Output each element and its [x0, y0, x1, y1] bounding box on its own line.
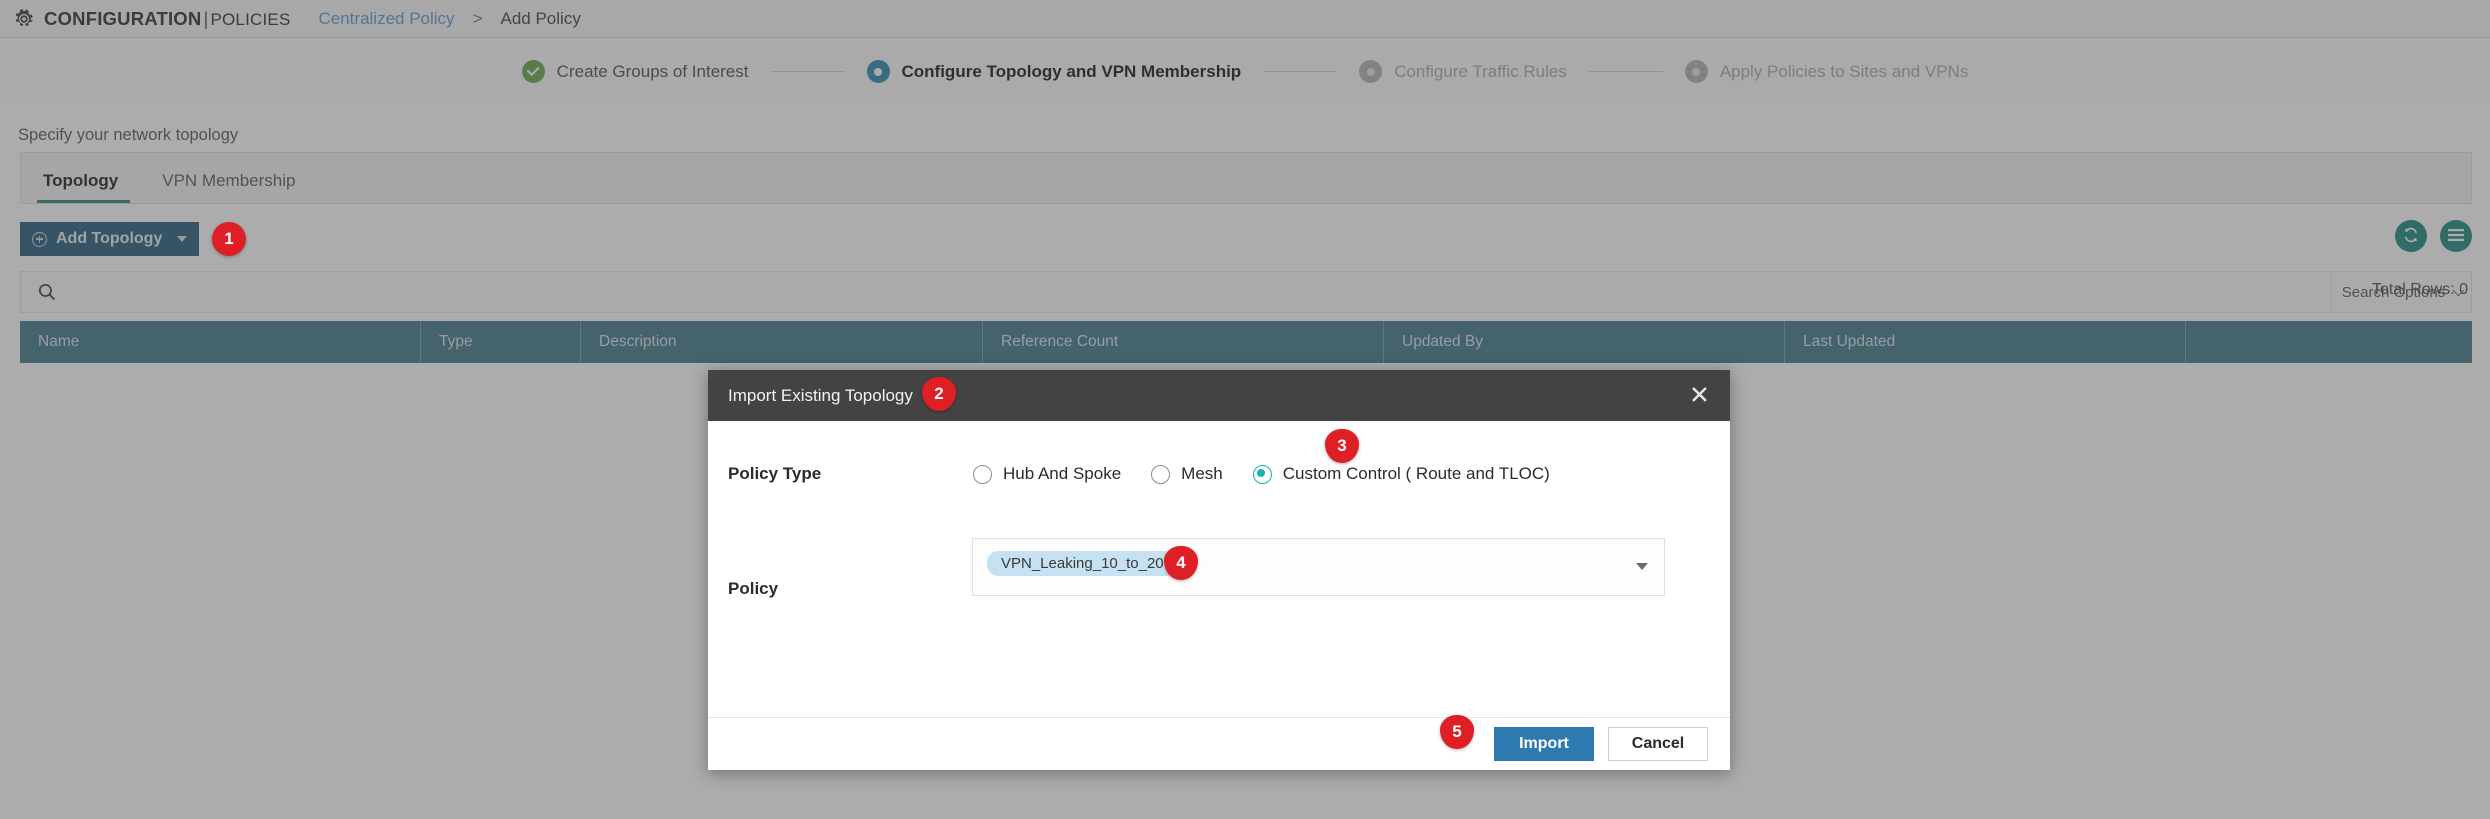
cancel-button[interactable]: Cancel	[1608, 727, 1708, 761]
dialog-header: Import Existing Topology ✕	[708, 370, 1730, 421]
annotation-badge-1: 1	[212, 222, 246, 256]
policy-field: Policy	[728, 579, 778, 599]
policy-multiselect[interactable]: VPN_Leaking_10_to_20	[972, 538, 1665, 596]
radio-label: Hub And Spoke	[1003, 464, 1121, 484]
radio-custom-control[interactable]: Custom Control ( Route and TLOC)	[1253, 464, 1550, 484]
close-icon[interactable]: ✕	[1689, 383, 1710, 408]
policy-type-label: Policy Type	[728, 464, 973, 484]
radio-mesh[interactable]: Mesh	[1151, 464, 1223, 484]
application-window: CONFIGURATION|POLICIES Centralized Polic…	[0, 0, 2490, 819]
radio-hub-and-spoke[interactable]: Hub And Spoke	[973, 464, 1121, 484]
policy-type-radio-group: Hub And Spoke Mesh Custom Control ( Rout…	[973, 464, 1550, 484]
radio-button-selected-icon	[1253, 465, 1272, 484]
policy-chip[interactable]: VPN_Leaking_10_to_20	[987, 551, 1178, 576]
chevron-down-icon	[1636, 563, 1648, 570]
import-button[interactable]: Import	[1494, 727, 1594, 761]
radio-label: Mesh	[1181, 464, 1223, 484]
dialog-footer: Import Cancel	[708, 717, 1730, 770]
radio-button-icon	[973, 465, 992, 484]
dialog-title: Import Existing Topology	[728, 386, 913, 406]
radio-button-icon	[1151, 465, 1170, 484]
policy-type-field: Policy Type Hub And Spoke Mesh Custom Co…	[728, 464, 1708, 484]
policy-label: Policy	[728, 579, 778, 599]
radio-label: Custom Control ( Route and TLOC)	[1283, 464, 1550, 484]
